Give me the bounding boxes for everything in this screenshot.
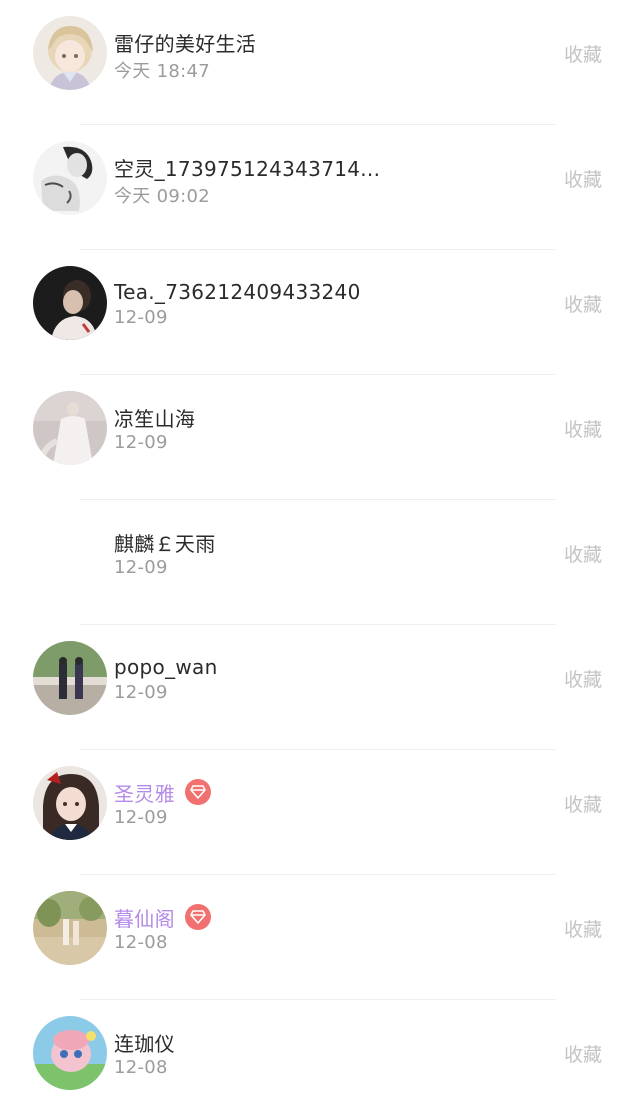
avatar[interactable]: [33, 266, 107, 340]
avatar[interactable]: [33, 641, 107, 715]
list-item[interactable]: 连珈仪 12-08 收藏: [0, 1000, 640, 1116]
list-item[interactable]: 暮仙阁 12-08 收藏: [0, 875, 640, 1000]
user-name[interactable]: 雷仔的美好生活: [114, 28, 256, 57]
collect-button[interactable]: 收藏: [564, 915, 602, 942]
avatar[interactable]: [33, 141, 107, 215]
avatar[interactable]: [33, 16, 107, 90]
avatar[interactable]: [33, 391, 107, 465]
user-name[interactable]: 空灵_173975124343714...: [114, 153, 380, 182]
vip-diamond-icon: [184, 904, 211, 930]
collect-button[interactable]: 收藏: [564, 540, 602, 567]
timestamp: 12-09: [114, 307, 168, 328]
list-item[interactable]: 麒麟￡天雨 12-09 收藏: [0, 500, 640, 625]
collect-button[interactable]: 收藏: [564, 290, 602, 317]
collect-button[interactable]: 收藏: [564, 415, 602, 442]
avatar[interactable]: [33, 891, 107, 965]
user-name[interactable]: 圣灵雅: [114, 778, 175, 807]
collect-button[interactable]: 收藏: [564, 790, 602, 817]
timestamp: 12-09: [114, 807, 168, 828]
list-item[interactable]: 凉笙山海 12-09 收藏: [0, 375, 640, 500]
collect-button[interactable]: 收藏: [564, 665, 602, 692]
avatar[interactable]: [33, 1016, 107, 1090]
collect-button[interactable]: 收藏: [564, 165, 602, 192]
timestamp: 12-09: [114, 557, 168, 578]
timestamp: 今天 09:02: [114, 186, 210, 207]
timestamp: 12-09: [114, 682, 168, 703]
user-name[interactable]: 麒麟￡天雨: [114, 528, 216, 557]
user-name[interactable]: Tea._736212409433240: [114, 280, 361, 304]
list-item[interactable]: 雷仔的美好生活 今天 18:47 收藏: [0, 0, 640, 125]
avatar[interactable]: [33, 516, 107, 590]
user-name[interactable]: popo_wan: [114, 655, 218, 679]
list-item[interactable]: popo_wan 12-09 收藏: [0, 625, 640, 750]
list-item[interactable]: 圣灵雅 12-09 收藏: [0, 750, 640, 875]
timestamp: 12-09: [114, 432, 168, 453]
collect-button[interactable]: 收藏: [564, 40, 602, 67]
list-item[interactable]: Tea._736212409433240 12-09 收藏: [0, 250, 640, 375]
timestamp: 12-08: [114, 932, 168, 953]
favorites-list: 雷仔的美好生活 今天 18:47 收藏 空灵_173975124343714..…: [0, 0, 640, 1116]
user-name[interactable]: 凉笙山海: [114, 403, 195, 432]
timestamp: 今天 18:47: [114, 61, 210, 82]
avatar[interactable]: [33, 766, 107, 840]
timestamp: 12-08: [114, 1057, 168, 1078]
collect-button[interactable]: 收藏: [564, 1040, 602, 1067]
vip-diamond-icon: [184, 779, 211, 805]
user-name[interactable]: 暮仙阁: [114, 903, 175, 932]
user-name[interactable]: 连珈仪: [114, 1028, 175, 1057]
list-item[interactable]: 空灵_173975124343714... 今天 09:02 收藏: [0, 125, 640, 250]
